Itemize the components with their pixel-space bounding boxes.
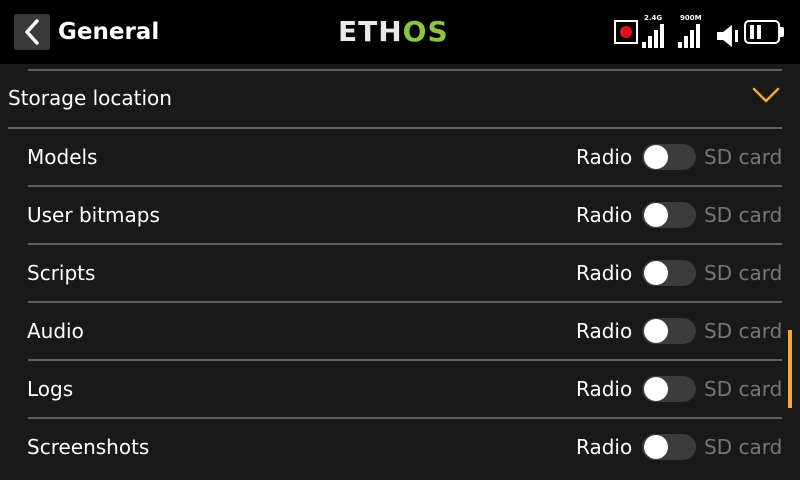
record-dot [620, 26, 632, 38]
toggle-knob [644, 435, 668, 459]
storage-toggle[interactable] [642, 144, 696, 170]
signal-2-4g-label: 2.4G [644, 14, 663, 22]
back-button[interactable] [14, 14, 50, 50]
row-label: Logs [27, 377, 74, 401]
option-radio: Radio [576, 319, 633, 343]
record-icon[interactable] [614, 20, 638, 44]
section-storage-location[interactable]: Storage location [0, 70, 800, 128]
speaker-icon[interactable] [716, 20, 740, 52]
logo-main-text: ETH [338, 15, 403, 48]
option-sd-card: SD card [704, 145, 783, 169]
scrollbar[interactable] [788, 330, 792, 408]
option-radio: Radio [576, 203, 633, 227]
battery-icon [744, 20, 780, 44]
back-arrow-icon [25, 19, 39, 45]
section-title: Storage location [8, 86, 172, 110]
toggle-knob [644, 377, 668, 401]
signal-900m-label: 900M [680, 14, 702, 22]
toggle-knob [644, 261, 668, 285]
row-screenshots: Screenshots Radio SD card [0, 418, 800, 476]
row-models: Models Radio SD card [0, 128, 800, 186]
option-sd-card: SD card [704, 261, 783, 285]
row-label: Models [27, 145, 98, 169]
signal-900m-icon: 900M [678, 14, 706, 48]
row-label: Screenshots [27, 435, 150, 459]
row-label: Scripts [27, 261, 96, 285]
toggle-knob [644, 319, 668, 343]
top-bar: General ETHOS 2.4G 900M [0, 0, 800, 64]
option-radio: Radio [576, 261, 633, 285]
option-sd-card: SD card [704, 319, 783, 343]
storage-toggle[interactable] [642, 318, 696, 344]
option-sd-card: SD card [704, 435, 783, 459]
chevron-down-icon[interactable] [752, 86, 780, 104]
toggle-knob [644, 145, 668, 169]
row-user-bitmaps: User bitmaps Radio SD card [0, 186, 800, 244]
logo-accent-text: OS [402, 15, 449, 48]
storage-toggle[interactable] [642, 202, 696, 228]
row-logs: Logs Radio SD card [0, 360, 800, 418]
option-radio: Radio [576, 377, 633, 401]
settings-list: Storage location Models Radio SD card Us… [0, 64, 800, 480]
storage-toggle[interactable] [642, 434, 696, 460]
battery-tip [780, 27, 784, 37]
row-audio: Audio Radio SD card [0, 302, 800, 360]
row-label: User bitmaps [27, 203, 160, 227]
toggle-knob [644, 203, 668, 227]
option-radio: Radio [576, 435, 633, 459]
ethos-logo: ETHOS [338, 16, 449, 48]
storage-toggle[interactable] [642, 260, 696, 286]
option-sd-card: SD card [704, 377, 783, 401]
option-sd-card: SD card [704, 203, 783, 227]
signal-2-4g-icon: 2.4G [642, 14, 668, 48]
row-scripts: Scripts Radio SD card [0, 244, 800, 302]
row-label: Audio [27, 319, 84, 343]
option-radio: Radio [576, 145, 633, 169]
page-title: General [58, 19, 160, 45]
storage-toggle[interactable] [642, 376, 696, 402]
